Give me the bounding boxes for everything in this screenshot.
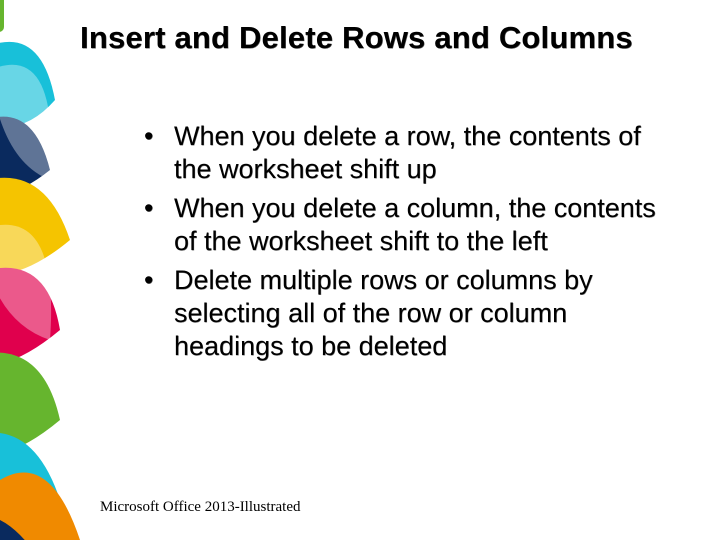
slide-title: Insert and Delete Rows and Columns (80, 20, 710, 56)
decorative-shapes (0, 0, 120, 540)
slide-body: When you delete a row, the contents of t… (140, 120, 680, 369)
footer-text: Microsoft Office 2013-Illustrated (100, 499, 301, 516)
bullet-item: When you delete a column, the contents o… (140, 192, 680, 258)
bullet-item: Delete multiple rows or columns by selec… (140, 264, 680, 363)
bullet-item: When you delete a row, the contents of t… (140, 120, 680, 186)
slide: Insert and Delete Rows and Columns When … (0, 0, 720, 540)
bullet-list: When you delete a row, the contents of t… (140, 120, 680, 363)
